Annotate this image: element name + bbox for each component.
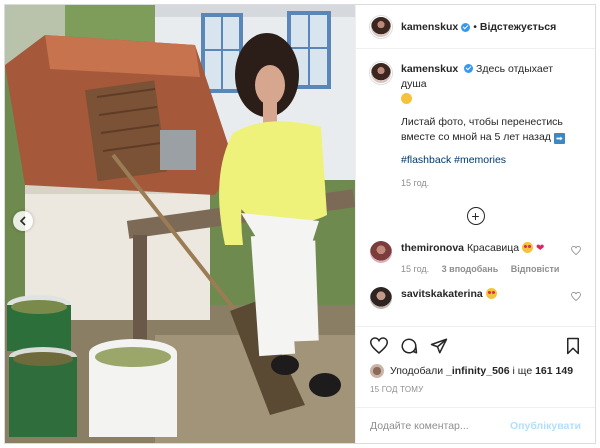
- caption-hashtags[interactable]: #flashback #memories: [401, 153, 581, 168]
- comment-time: 15 год.: [401, 264, 430, 274]
- commenter-avatar[interactable]: [370, 241, 392, 263]
- chevron-left-icon: [19, 216, 27, 226]
- verified-badge-icon: [464, 64, 474, 73]
- author-avatar[interactable]: [370, 15, 392, 38]
- bookmark-icon[interactable]: [565, 337, 581, 358]
- red-heart-emoji-icon: ❤: [535, 243, 545, 254]
- likes-summary: Уподобали _infinity_506 і ще 161 149: [370, 364, 581, 378]
- author-username[interactable]: kamenskux: [401, 21, 458, 33]
- comment-like-heart-icon[interactable]: [571, 245, 581, 258]
- comment-reply-button[interactable]: Відповісти: [511, 264, 560, 274]
- heart-eyes-emoji-icon: [522, 242, 534, 253]
- verified-badge-icon: [461, 23, 471, 32]
- comment-item: themironova Красавица ❤ 15 год. 3 вподоб…: [370, 241, 581, 277]
- post-photo[interactable]: [5, 5, 355, 443]
- post-frame: kamenskux • Відстежується kamenskux Здес…: [4, 4, 596, 444]
- comment-input[interactable]: [370, 419, 510, 432]
- following-button[interactable]: Відстежується: [480, 21, 556, 33]
- caption: kamenskux Здесь отдыхает душа Листай фот…: [370, 62, 581, 191]
- paper-plane-icon[interactable]: [430, 337, 448, 358]
- commenter-avatar[interactable]: [370, 287, 392, 309]
- caption-time: 15 год.: [401, 178, 430, 188]
- comments-list[interactable]: kamenskux Здесь отдыхает душа Листай фот…: [356, 50, 595, 326]
- likes-count[interactable]: 161 149: [535, 365, 573, 377]
- likes-prefix: Уподобали: [390, 365, 444, 377]
- caption-line-2: Листай фото, чтобы перенестись вместе со…: [401, 116, 563, 143]
- caption-avatar[interactable]: [370, 62, 392, 84]
- comment-item: savitskakaterina: [370, 287, 581, 309]
- comment-username[interactable]: savitskakaterina: [401, 288, 483, 300]
- photo-illustration: [5, 5, 355, 443]
- post-time-ago[interactable]: 15 год тому: [370, 385, 581, 394]
- publish-button[interactable]: Опублікувати: [510, 420, 581, 432]
- heart-icon[interactable]: [369, 337, 389, 357]
- add-comment-bar: Опублікувати: [356, 407, 595, 443]
- likes-middle: і ще: [512, 365, 533, 377]
- header-separator: •: [473, 20, 477, 33]
- comment-text: Красавица: [466, 242, 520, 254]
- load-more-comments-button[interactable]: +: [466, 207, 485, 225]
- post-side-panel: kamenskux • Відстежується kamenskux Здес…: [355, 5, 595, 443]
- liker-avatar[interactable]: [370, 364, 384, 378]
- carousel-prev-button[interactable]: [13, 211, 33, 231]
- right-arrow-emoji-icon: ➡: [553, 133, 565, 144]
- post-actions: Уподобали _infinity_506 і ще 161 149 15 …: [356, 326, 595, 394]
- post-header: kamenskux • Відстежується: [356, 5, 595, 49]
- heart-eyes-emoji-icon: [485, 288, 497, 299]
- comment-username[interactable]: themironova: [401, 242, 464, 254]
- comment-likes[interactable]: 3 вподобань: [442, 264, 499, 274]
- sweat-smile-emoji-icon: [401, 93, 412, 104]
- comment-icon[interactable]: [400, 337, 418, 358]
- liker-username[interactable]: _infinity_506: [446, 365, 510, 377]
- plus-circle-icon: +: [471, 208, 480, 224]
- comment-like-heart-icon[interactable]: [571, 291, 581, 304]
- caption-username[interactable]: kamenskux: [401, 63, 458, 75]
